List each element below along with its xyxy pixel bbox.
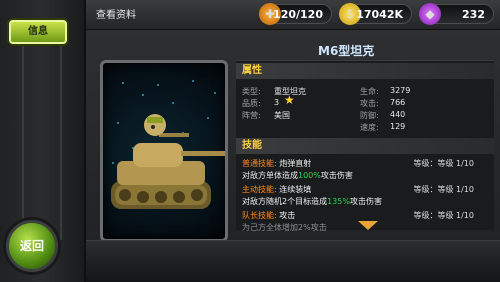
- desc-text-end: 攻击伤害: [320, 171, 353, 180]
- skill-level: 等级：等级 1/10: [413, 211, 474, 220]
- quality-label: 品质:: [242, 99, 261, 108]
- skills-header: 技能: [236, 138, 494, 154]
- unit-name: M6型坦克: [318, 44, 375, 58]
- gem-value: 232: [462, 8, 485, 21]
- skill-row[interactable]: 队长技能: 攻击: [242, 210, 295, 221]
- skills-section: 技能 普通技能: 炮弹直射 等级：等级 1/10 对敌方单体造成100%攻击伤害…: [236, 138, 494, 232]
- spd-label: 速度:: [360, 123, 379, 132]
- faction-label: 阵营:: [242, 111, 261, 120]
- desc-percent: 100%: [298, 171, 321, 180]
- unit-portrait: [100, 60, 228, 242]
- skill-description: 对敌方单体造成100%攻击伤害: [242, 170, 353, 181]
- coin-resource[interactable]: $ 17042K: [339, 3, 412, 25]
- star-icon: ★: [284, 93, 295, 107]
- atk-value: 766: [390, 98, 406, 107]
- food-resource[interactable]: ✚ 120/120: [259, 3, 332, 25]
- attributes-header: 属性: [236, 63, 494, 79]
- skill-type: 普通技能:: [242, 159, 277, 168]
- tank-illustration: [111, 80, 225, 209]
- quality-value: 3: [274, 98, 280, 107]
- gem-icon: ◆: [419, 3, 441, 25]
- info-tab-button[interactable]: 信息: [9, 20, 67, 44]
- unit-panel: M6型坦克 属性 类型: 重型坦克 生命: 3279 品质: 3 ★ 攻击: 7…: [86, 30, 500, 282]
- skill-description: 对敌方随机2个目标造成135%攻击伤害: [242, 196, 382, 207]
- attributes-section: 属性 类型: 重型坦克 生命: 3279 品质: 3 ★ 攻击: 766 阵营:…: [236, 60, 494, 138]
- desc-text-end: 攻击伤害: [349, 197, 382, 206]
- spd-value: 129: [390, 122, 406, 131]
- bottom-strip: [86, 240, 500, 282]
- rail-decoration: [22, 40, 62, 240]
- desc-percent: 135%: [327, 197, 350, 206]
- scroll-down-arrow-icon[interactable]: [358, 221, 378, 230]
- def-value: 440: [390, 110, 406, 119]
- unit-info-screen: 查看资料 ✚ 120/120 $ 17042K ◆ 232 信息 返回 M6型坦…: [0, 0, 500, 282]
- back-button[interactable]: 返回: [6, 220, 58, 272]
- atk-label: 攻击:: [360, 99, 379, 108]
- skill-name: 炮弹直射: [279, 159, 312, 168]
- skill-level: 等级：等级 1/10: [413, 185, 474, 194]
- hp-value: 3279: [390, 86, 411, 95]
- def-label: 防御:: [360, 111, 379, 120]
- skill-type: 队长技能:: [242, 211, 277, 220]
- food-value: 120/120: [273, 8, 323, 21]
- type-label: 类型:: [242, 87, 261, 96]
- skill-level: 等级：等级 1/10: [413, 159, 474, 168]
- skill-name: 攻击: [279, 211, 296, 220]
- hp-label: 生命:: [360, 87, 379, 96]
- skill-type: 主动技能:: [242, 185, 277, 194]
- gem-resource[interactable]: ◆ 232: [419, 3, 494, 25]
- skill-row[interactable]: 普通技能: 炮弹直射: [242, 158, 311, 169]
- page-title: 查看资料: [96, 10, 136, 21]
- desc-text: 对敌方随机2个目标造成: [242, 197, 328, 206]
- desc-text: 对敌方单体造成: [242, 171, 298, 180]
- skill-name: 连续装填: [279, 185, 312, 194]
- skill-row[interactable]: 主动技能: 连续装填: [242, 184, 311, 195]
- left-rail: 信息 返回: [0, 0, 86, 282]
- skill-description: 为己方全体增加2%攻击: [242, 223, 327, 232]
- faction-value: 美国: [274, 111, 290, 120]
- coin-value: 17042K: [356, 8, 403, 21]
